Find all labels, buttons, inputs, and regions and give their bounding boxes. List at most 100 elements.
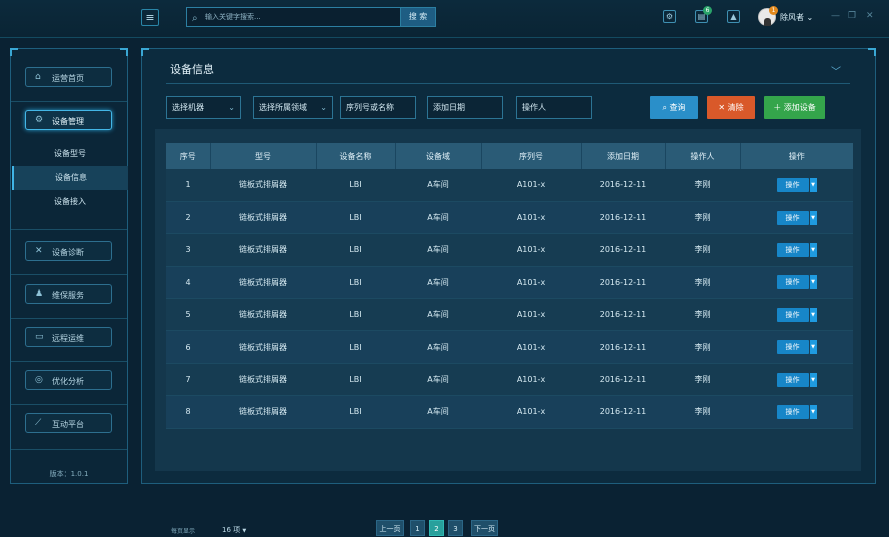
search-input[interactable]: ⌕ 输入关键字搜索... — [186, 7, 400, 27]
table-cell: 链板式排屑器 — [210, 169, 316, 202]
user-badge: 1 — [769, 6, 778, 15]
alarm-icon[interactable]: ▲ — [727, 10, 740, 23]
page-button-2[interactable]: 2 — [429, 520, 444, 536]
caret-down-icon[interactable]: ▼ — [809, 307, 817, 322]
row-action-button[interactable]: 操作 — [776, 242, 809, 257]
row-action-button[interactable]: 操作 — [776, 177, 809, 192]
row-action-button[interactable]: 操作 — [776, 275, 809, 290]
machine-select-label: 选择机器 — [172, 103, 204, 112]
close-icon[interactable]: ✕ — [866, 11, 874, 21]
table-cell-actions: 操作 ▼ — [740, 266, 853, 300]
caret-down-icon[interactable]: ▼ — [809, 275, 817, 290]
domain-select[interactable]: 选择所属领域 ⌄ — [253, 96, 333, 119]
close-icon: ✕ — [718, 103, 726, 112]
table-cell: A101-x — [481, 201, 581, 235]
caret-down-icon[interactable]: ▼ — [809, 340, 817, 355]
table-cell: A车间 — [395, 169, 481, 202]
page-button-3[interactable]: 3 — [448, 520, 463, 536]
sidebar-item-label: 设备诊断 — [52, 248, 84, 257]
table-cell: 2016-12-11 — [581, 201, 665, 235]
table-cell: 链板式排屑器 — [210, 233, 316, 267]
caret-down-icon[interactable]: ▼ — [809, 242, 817, 257]
caret-down-icon[interactable]: ▼ — [809, 210, 817, 225]
add-device-button[interactable]: ＋ 添加设备 — [764, 96, 825, 119]
column-header: 设备名称 — [316, 143, 396, 169]
user-name[interactable]: 除风者 ⌄ — [780, 12, 813, 23]
table-cell: 5 — [166, 298, 210, 332]
device-table-panel: 序号 型号 设备名称 设备域 序列号 添加日期 操作人 操作 1 链板式排屑器 LB… — [155, 129, 861, 536]
table-cell: 6 — [166, 330, 210, 364]
table-row: 3 链板式排屑器 LBI A车间 A101-x 2016-12-11 李刚 操作 ▼ — [166, 233, 853, 267]
table-row: 6 链板式排屑器 LBI A车间 A101-x 2016-12-11 李刚 操作 ▼ — [166, 330, 853, 364]
query-button[interactable]: ⌕ 查询 — [650, 96, 698, 119]
query-label: 查询 — [669, 103, 686, 112]
per-page-select[interactable]: 16 项 ▼ — [222, 525, 246, 535]
row-action-button[interactable]: 操作 — [776, 340, 809, 355]
table-cell: 4 — [166, 266, 210, 300]
table-cell: 1 — [166, 169, 210, 202]
sidebar-subitem-device-info[interactable]: 设备信息 — [12, 166, 128, 190]
table-cell: LBI — [316, 233, 395, 267]
minimize-icon[interactable]: — — [831, 11, 840, 21]
table-cell: A车间 — [395, 363, 481, 397]
date-input[interactable]: 添加日期 — [427, 96, 503, 119]
table-cell: 2016-12-11 — [581, 298, 665, 332]
row-action-button[interactable]: 操作 — [776, 210, 809, 225]
table-cell: 李刚 — [665, 363, 740, 397]
search-placeholder: 输入关键字搜索... — [205, 13, 261, 21]
sidebar: ⌂ 运营首页 ⚙ 设备管理 设备型号 设备信息 设备接入 ✕ 设备诊断 ♟ 维保… — [10, 48, 128, 484]
row-action-button[interactable]: 操作 — [776, 404, 809, 419]
table-cell: A101-x — [481, 395, 581, 429]
sidebar-subitem-device-access[interactable]: 设备接入 — [12, 190, 128, 214]
table-cell: 2016-12-11 — [581, 330, 665, 364]
table-cell: 2 — [166, 201, 210, 235]
table-cell: 8 — [166, 395, 210, 429]
divider — [11, 449, 127, 450]
settings-icon[interactable]: ⚙ — [663, 10, 676, 23]
sidebar-item-home[interactable]: ⌂ 运营首页 — [25, 67, 112, 87]
sidebar-item-interaction[interactable]: ⟋ 互动平台 — [25, 413, 112, 433]
chevron-down-icon: ⌄ — [320, 103, 327, 112]
caret-down-icon[interactable]: ▼ — [809, 404, 817, 419]
table-cell: 李刚 — [665, 266, 740, 300]
chevron-down-icon[interactable]: ﹀ — [831, 63, 841, 78]
sidebar-item-diagnosis[interactable]: ✕ 设备诊断 — [25, 241, 112, 261]
operator-input[interactable]: 操作人 — [516, 96, 592, 119]
sidebar-subitem-device-model[interactable]: 设备型号 — [12, 142, 128, 166]
serial-input[interactable]: 序列号或名称 — [340, 96, 416, 119]
table-cell: 链板式排屑器 — [210, 298, 316, 332]
clear-button[interactable]: ✕ 清除 — [707, 96, 755, 119]
add-device-label: 添加设备 — [783, 103, 816, 112]
prev-page-button[interactable]: 上一页 — [376, 520, 404, 536]
table-row: 4 链板式排屑器 LBI A车间 A101-x 2016-12-11 李刚 操作 ▼ — [166, 266, 853, 300]
sidebar-item-label: 运营首页 — [52, 74, 84, 83]
table-cell-actions: 操作 ▼ — [740, 233, 853, 267]
search-button[interactable]: 搜 索 — [400, 7, 436, 27]
sidebar-item-label: 互动平台 — [52, 420, 84, 429]
home-icon: ⌂ — [35, 72, 41, 82]
sidebar-item-remote-ops[interactable]: ▭ 远程运维 — [25, 327, 112, 347]
sidebar-item-device-management[interactable]: ⚙ 设备管理 — [25, 110, 112, 130]
machine-select[interactable]: 选择机器 ⌄ — [166, 96, 241, 119]
restore-icon[interactable]: ❐ — [848, 11, 856, 21]
table-cell: LBI — [316, 266, 395, 300]
clear-label: 清除 — [727, 103, 744, 112]
column-header: 序列号 — [481, 143, 582, 169]
next-page-button[interactable]: 下一页 — [471, 520, 498, 536]
table-cell: 2016-12-11 — [581, 395, 665, 429]
caret-down-icon[interactable]: ▼ — [809, 177, 817, 192]
row-action-button[interactable]: 操作 — [776, 307, 809, 322]
row-action-button[interactable]: 操作 — [776, 372, 809, 387]
caret-down-icon[interactable]: ▼ — [809, 372, 817, 387]
table-cell: LBI — [316, 298, 395, 332]
hamburger-icon[interactable]: ≡ — [141, 9, 159, 26]
search-icon: ⌕ — [662, 103, 667, 112]
page-button-1[interactable]: 1 — [410, 520, 425, 536]
notice-badge: 6 — [703, 6, 712, 15]
sidebar-item-optimization[interactable]: ◎ 优化分析 — [25, 370, 112, 390]
search-icon: ⌕ — [192, 13, 198, 24]
table-cell: A101-x — [481, 298, 581, 332]
table-cell: LBI — [316, 330, 395, 364]
sidebar-item-maintenance[interactable]: ♟ 维保服务 — [25, 284, 112, 304]
table-cell-actions: 操作 ▼ — [740, 169, 853, 202]
